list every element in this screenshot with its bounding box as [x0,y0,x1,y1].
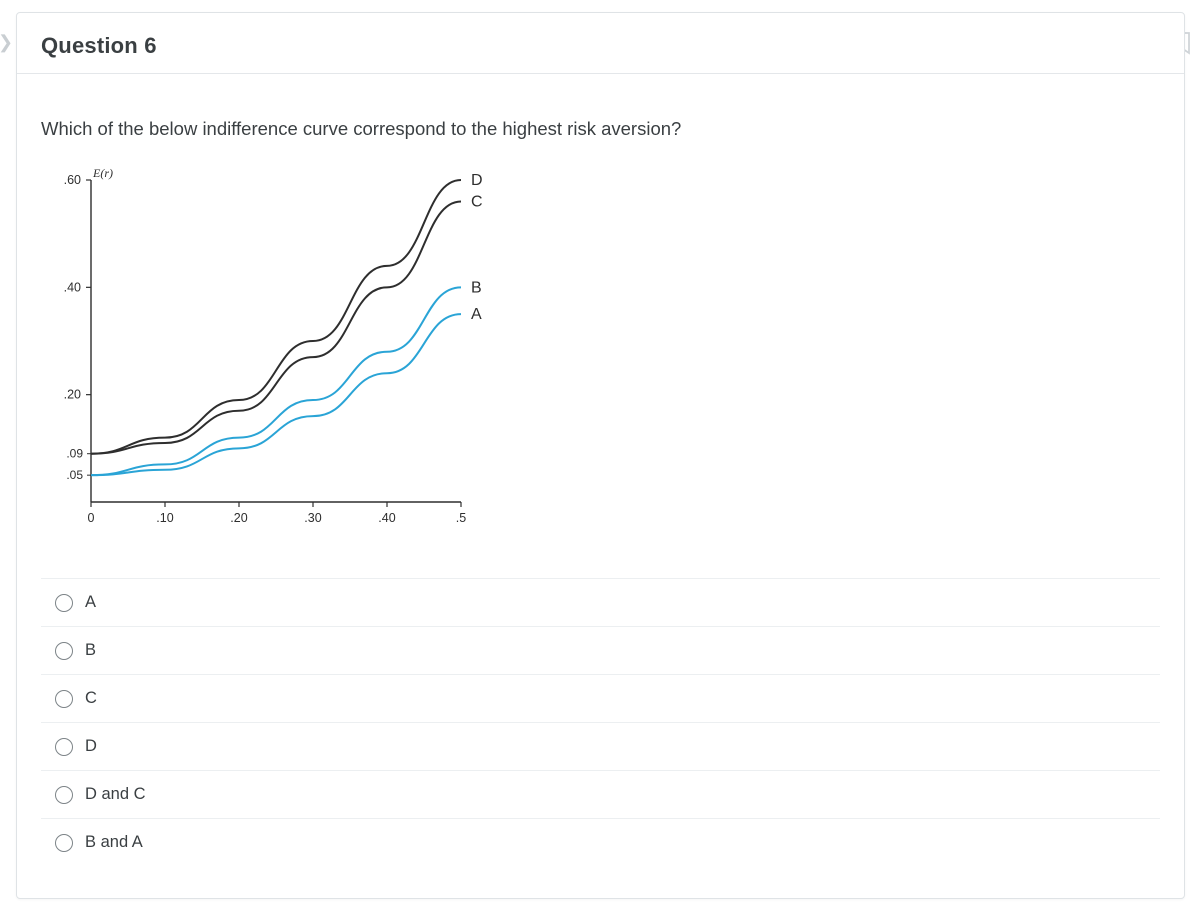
svg-text:0: 0 [88,511,95,525]
svg-text:A: A [471,306,482,323]
option-label: B and A [85,833,143,852]
answer-options: A B C D D and C [41,578,1160,866]
chevron-right-icon: ❯ [0,32,13,53]
radio-icon[interactable] [55,786,73,804]
chart-figure: E(r) .20 .40 .60 .05 .09 0 .10 .20 .30 .40 .5 AB CD [41,162,497,548]
radio-icon[interactable] [55,738,73,756]
svg-text:.20: .20 [230,511,247,525]
option-label: B [85,641,96,660]
radio-icon[interactable] [55,594,73,612]
option-row[interactable]: A [41,578,1160,626]
svg-text:.30: .30 [304,511,321,525]
svg-text:.09: .09 [66,447,83,461]
svg-text:.05: .05 [66,468,83,482]
svg-text:.20: .20 [64,388,81,402]
svg-text:.10: .10 [156,511,173,525]
svg-text:E(r): E(r) [92,166,113,180]
option-label: A [85,593,96,612]
option-row[interactable]: D and C [41,770,1160,818]
option-row[interactable]: C [41,674,1160,722]
radio-icon[interactable] [55,690,73,708]
svg-text:C: C [471,193,483,210]
svg-text:D: D [471,172,483,189]
svg-text:.40: .40 [378,511,395,525]
svg-text:.5: .5 [456,511,466,525]
option-label: C [85,689,97,708]
radio-icon[interactable] [55,642,73,660]
svg-text:.40: .40 [64,280,81,294]
question-header: Question 6 [17,13,1184,74]
option-row[interactable]: B and A [41,818,1160,866]
question-card: Question 6 Which of the below indifferen… [16,12,1185,899]
question-title: Question 6 [41,33,1160,59]
radio-icon[interactable] [55,834,73,852]
option-label: D and C [85,785,146,804]
option-row[interactable]: B [41,626,1160,674]
option-label: D [85,737,97,756]
option-row[interactable]: D [41,722,1160,770]
svg-text:B: B [471,279,482,296]
question-prompt: Which of the below indifference curve co… [41,118,1160,140]
svg-text:.60: .60 [64,173,81,187]
